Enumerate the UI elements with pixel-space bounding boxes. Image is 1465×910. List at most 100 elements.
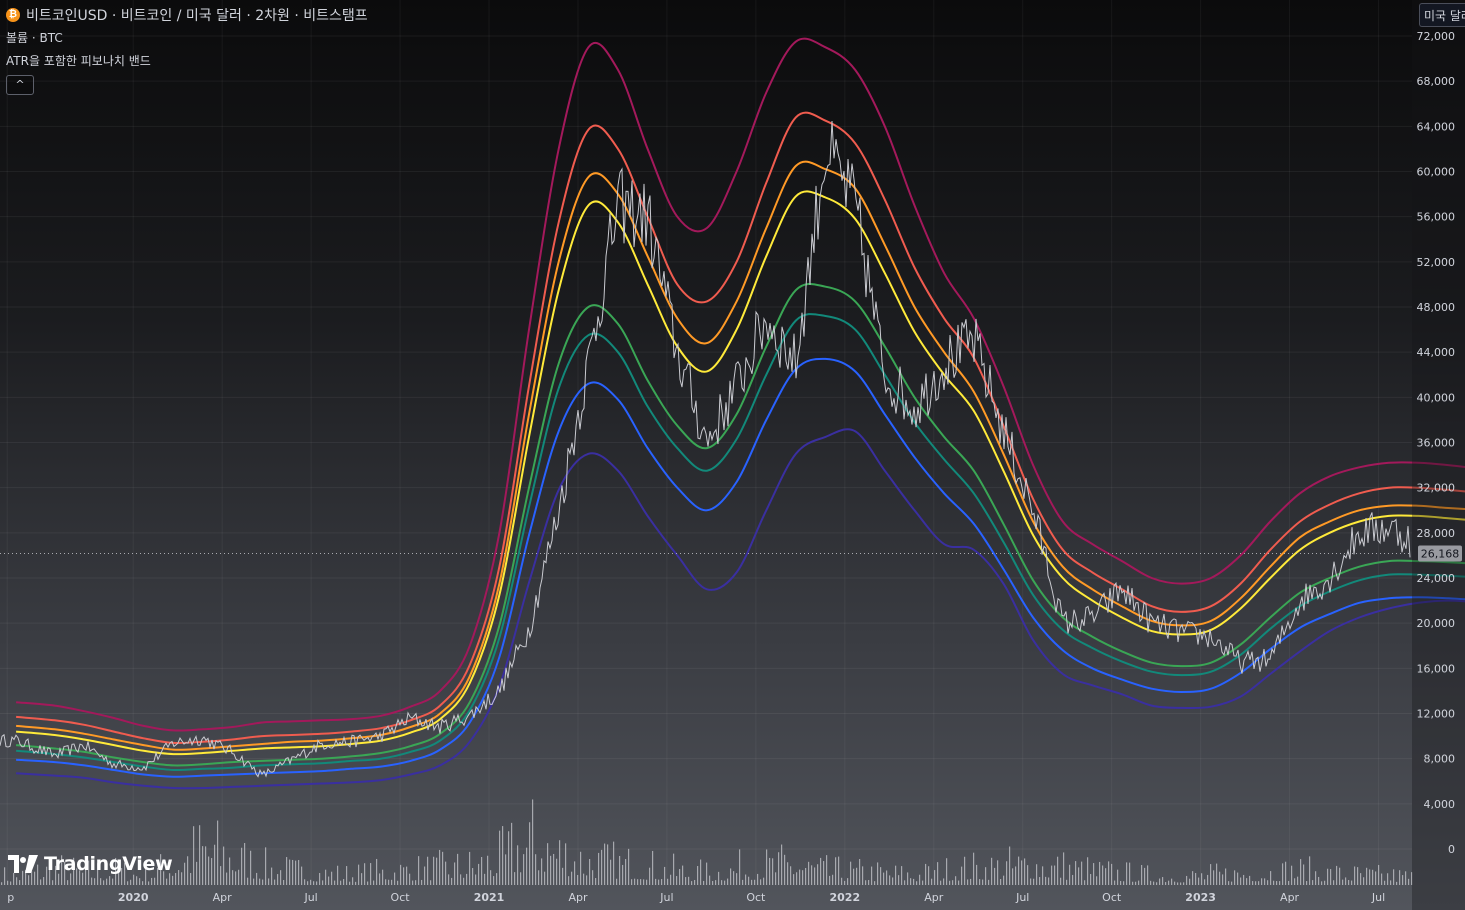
symbol-title[interactable]: 비트코인USD · 비트코인 / 미국 달러 · 2차원 · 비트스탬프 bbox=[26, 5, 368, 25]
volume-bar bbox=[58, 873, 60, 885]
y-tick-label: 28,000 bbox=[1417, 527, 1456, 540]
volume-bar bbox=[526, 847, 528, 885]
volume-bar bbox=[607, 844, 609, 885]
volume-bar bbox=[733, 871, 735, 885]
x-tick-label: Apr bbox=[568, 891, 588, 904]
volume-bar bbox=[1264, 878, 1266, 885]
indicator-label[interactable]: ATR을 포함한 피보나치 밴드 bbox=[6, 52, 151, 69]
volume-bar bbox=[1351, 880, 1353, 885]
volume-bar bbox=[319, 872, 321, 885]
volume-bar bbox=[580, 851, 582, 885]
volume-bar bbox=[1369, 869, 1371, 885]
volume-bar bbox=[262, 879, 264, 885]
volume-bar bbox=[898, 875, 900, 885]
volume-bar bbox=[1396, 881, 1398, 885]
volume-bar bbox=[562, 867, 564, 885]
volume-bar bbox=[1330, 869, 1332, 885]
volume-bar bbox=[640, 879, 642, 885]
volume-bar bbox=[583, 873, 585, 885]
volume-bar bbox=[1210, 864, 1212, 885]
volume-bar bbox=[469, 851, 471, 885]
volume-bar bbox=[556, 858, 558, 885]
volume-bar bbox=[829, 875, 831, 885]
volume-bar bbox=[907, 872, 909, 885]
volume-bar bbox=[406, 866, 408, 885]
volume-bar bbox=[358, 864, 360, 885]
volume-bar bbox=[1276, 881, 1278, 885]
tradingview-logo[interactable]: TradingView bbox=[8, 853, 173, 875]
volume-bar bbox=[208, 856, 210, 885]
volume-bar bbox=[130, 879, 132, 885]
volume-bar bbox=[307, 881, 309, 885]
fib-band-line bbox=[16, 190, 1465, 756]
volume-bar bbox=[1378, 864, 1380, 885]
y-tick-label: 68,000 bbox=[1417, 75, 1456, 88]
currency-button[interactable]: 미국 달러 bbox=[1419, 3, 1465, 27]
y-tick-label: 52,000 bbox=[1417, 256, 1456, 269]
volume-bar bbox=[793, 874, 795, 885]
volume-bar bbox=[436, 857, 438, 885]
volume-bar bbox=[10, 881, 12, 885]
price-chart[interactable]: 26,168 72,00068,00064,00060,00056,00052,… bbox=[0, 0, 1465, 910]
volume-bar bbox=[334, 880, 336, 885]
volume-bar bbox=[466, 873, 468, 885]
volume-bar bbox=[1099, 861, 1101, 885]
volume-bar bbox=[1300, 859, 1302, 885]
fib-band-line bbox=[16, 428, 1465, 790]
volume-bar bbox=[940, 880, 942, 885]
volume-bar bbox=[934, 870, 936, 885]
volume-bar bbox=[238, 869, 240, 885]
volume-bar bbox=[679, 869, 681, 885]
volume-bar bbox=[178, 870, 180, 885]
volume-bar bbox=[214, 844, 216, 885]
volume-label[interactable]: 볼륨 · BTC bbox=[6, 29, 63, 46]
collapse-legend-button[interactable]: ^ bbox=[6, 75, 34, 95]
volume-bar bbox=[670, 874, 672, 885]
volume-bar bbox=[895, 865, 897, 885]
volume-bar bbox=[985, 867, 987, 885]
volume-bar bbox=[676, 876, 678, 885]
volume-bar bbox=[28, 875, 30, 885]
volume-bar bbox=[1321, 881, 1323, 885]
volume-bar bbox=[1069, 864, 1071, 885]
volume-bar bbox=[1327, 868, 1329, 885]
volume-bar bbox=[667, 878, 669, 885]
volume-bar bbox=[397, 880, 399, 885]
volume-bar bbox=[1282, 863, 1284, 885]
volume-bar bbox=[1015, 866, 1017, 885]
volume-bar bbox=[979, 879, 981, 885]
volume-bar bbox=[1066, 879, 1068, 885]
volume-bar bbox=[1063, 852, 1065, 885]
volume-bar bbox=[910, 878, 912, 885]
volume-bar bbox=[1270, 871, 1272, 885]
volume-bar bbox=[766, 849, 768, 885]
volume-bar bbox=[316, 881, 318, 885]
volume-bar bbox=[1096, 876, 1098, 885]
volume-bar bbox=[643, 879, 645, 885]
volume-bar bbox=[1204, 879, 1206, 885]
volume-bar bbox=[1012, 868, 1014, 885]
volume-bar bbox=[310, 879, 312, 885]
symbol-row[interactable]: ₿ 비트코인USD · 비트코인 / 미국 달러 · 2차원 · 비트스탬프 bbox=[6, 4, 368, 26]
volume-bar bbox=[91, 877, 93, 885]
volume-bar bbox=[937, 862, 939, 885]
volume-bar bbox=[1030, 878, 1032, 885]
volume-legend[interactable]: 볼륨 · BTC bbox=[6, 26, 368, 49]
volume-bar bbox=[223, 846, 225, 885]
volume-bar bbox=[610, 859, 612, 885]
volume-bar bbox=[841, 877, 843, 885]
volume-bar bbox=[1201, 873, 1203, 885]
volume-bar bbox=[805, 867, 807, 885]
volume-bar bbox=[1375, 871, 1377, 885]
volume-bar bbox=[745, 874, 747, 885]
volume-bar bbox=[166, 878, 168, 885]
volume-bar bbox=[664, 866, 666, 885]
volume-bar bbox=[784, 854, 786, 885]
volume-bar bbox=[196, 861, 198, 885]
volume-bar bbox=[187, 856, 189, 885]
volume-bar bbox=[877, 862, 879, 885]
volume-bar bbox=[1357, 867, 1359, 885]
volume-bar bbox=[838, 856, 840, 885]
indicator-legend[interactable]: ATR을 포함한 피보나치 밴드 bbox=[6, 49, 368, 72]
volume-bar bbox=[1255, 881, 1257, 885]
